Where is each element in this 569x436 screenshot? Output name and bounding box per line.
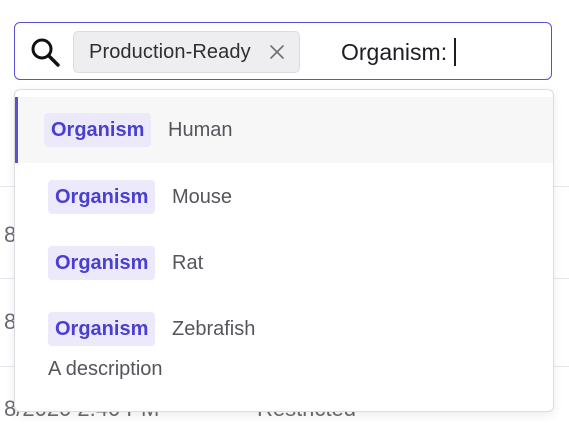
screen: 8 8 8/2020 2:40 PM Restricted Production… [0,0,569,436]
active-indicator [15,97,18,163]
search-input[interactable]: Organism: [341,36,457,68]
suggestion-dropdown: Organism Human Organism Mouse Organism R… [14,89,554,412]
suggestion-value: Rat [172,251,204,274]
text-cursor [454,38,457,66]
suggestion-option-rat[interactable]: Organism Rat [15,230,553,296]
suggestion-tag: Organism [48,180,156,214]
search-query-text: Organism: [341,38,448,65]
suggestion-option-human[interactable]: Organism Human [15,97,553,163]
close-icon[interactable] [269,44,285,60]
suggestion-tag: Organism [44,113,152,147]
suggestion-value: Zebrafish [172,317,256,340]
suggestion-description: A description [48,358,163,380]
suggestion-option-zebrafish[interactable]: Organism Zebrafish [15,296,553,362]
suggestion-option-mouse[interactable]: Organism Mouse [15,164,553,230]
filter-chip-label: Production-Ready [89,40,251,63]
suggestion-value: Human [168,118,233,141]
search-icon [29,36,63,70]
suggestion-value: Mouse [172,185,233,208]
search-bar[interactable]: Production-Ready Organism: [14,22,552,80]
filter-chip: Production-Ready [73,31,300,73]
suggestion-tag: Organism [48,246,156,280]
suggestion-tag: Organism [48,312,156,346]
